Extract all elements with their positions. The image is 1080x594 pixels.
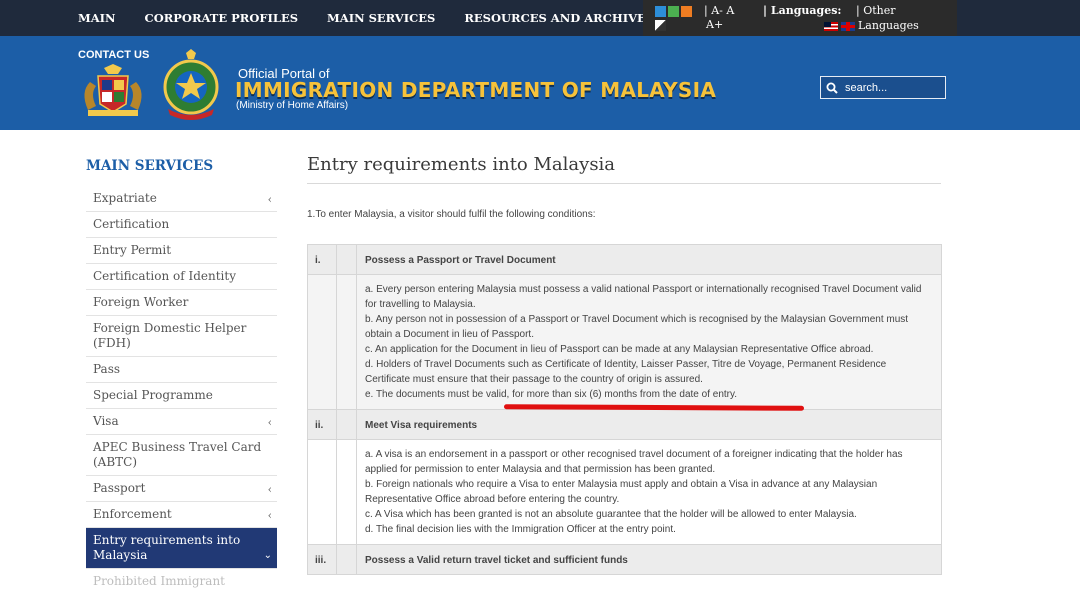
sidebar-item-label: Passport bbox=[93, 481, 146, 495]
chevron-left-icon[interactable]: ‹ bbox=[268, 192, 272, 207]
row-number: i. bbox=[307, 244, 337, 275]
search-box bbox=[820, 76, 946, 99]
sidebar-item-passport[interactable]: Passport ‹ bbox=[86, 476, 277, 502]
detail-line: b. Foreign nationals who require a Visa … bbox=[365, 479, 878, 505]
sidebar-item-certification[interactable]: Certification bbox=[86, 212, 277, 238]
sidebar-item-enforcement[interactable]: Enforcement ‹ bbox=[86, 502, 277, 528]
row-heading: Possess a Passport or Travel Document bbox=[356, 244, 942, 275]
sidebar-item-label: Entry Permit bbox=[93, 243, 172, 257]
search-input[interactable] bbox=[845, 79, 941, 96]
sidebar-item-label: Visa bbox=[93, 414, 119, 428]
sidebar-item-label: APEC Business Travel Card (ABTC) bbox=[93, 440, 262, 469]
sidebar-item-apec-business-travel-card[interactable]: APEC Business Travel Card (ABTC) bbox=[86, 435, 277, 476]
sidebar-item-label: Entry requirements into Malaysia bbox=[93, 533, 241, 562]
contact-us-link[interactable]: CONTACT US bbox=[78, 49, 149, 61]
row-number: iii. bbox=[307, 544, 337, 575]
sidebar-item-label: Pass bbox=[93, 362, 121, 376]
sidebar-item-label: Expatriate bbox=[93, 191, 157, 205]
sidebar-item-entry-requirements[interactable]: Entry requirements into Malaysia ⌄ bbox=[86, 528, 277, 569]
chevron-left-icon[interactable]: ‹ bbox=[268, 482, 272, 497]
theme-green-swatch[interactable] bbox=[668, 6, 679, 17]
table-row: iii. Possess a Valid return travel ticke… bbox=[307, 544, 942, 575]
chevron-left-icon[interactable]: ‹ bbox=[268, 415, 272, 430]
table-row: i. Possess a Passport or Travel Document bbox=[307, 244, 942, 275]
sidebar-item-special-programme[interactable]: Special Programme bbox=[86, 383, 277, 409]
row-heading: Meet Visa requirements bbox=[356, 409, 942, 440]
ministry-label: (Ministry of Home Affairs) bbox=[236, 100, 349, 111]
languages-label: | Languages: bbox=[763, 4, 842, 17]
sidebar-menu: Expatriate ‹ Certification Entry Permit C… bbox=[86, 186, 277, 594]
coat-of-arms-logo bbox=[84, 64, 142, 116]
sidebar-item-entry-permit[interactable]: Entry Permit bbox=[86, 238, 277, 264]
sidebar-item-label: Prohibited Immigrant bbox=[93, 574, 225, 588]
sidebar-item-label: Special Programme bbox=[93, 388, 213, 402]
contrast-icon[interactable] bbox=[655, 20, 666, 31]
sidebar-item-foreign-worker[interactable]: Foreign Worker bbox=[86, 290, 277, 316]
sidebar-item-prohibited-immigrant[interactable]: Prohibited Immigrant bbox=[86, 569, 277, 594]
search-icon[interactable] bbox=[826, 82, 838, 94]
font-size-increase[interactable]: A+ bbox=[706, 18, 723, 31]
chevron-down-icon[interactable]: ⌄ bbox=[264, 548, 272, 563]
detail-line: e. The documents must be valid, for more… bbox=[365, 389, 738, 400]
nav-resources-and-archives[interactable]: RESOURCES AND ARCHIVES bbox=[464, 11, 654, 25]
sidebar-item-foreign-domestic-helper[interactable]: Foreign Domestic Helper (FDH) bbox=[86, 316, 277, 357]
row-details: a. Every person entering Malaysia must p… bbox=[356, 274, 942, 410]
sidebar-item-label: Foreign Domestic Helper (FDH) bbox=[93, 321, 247, 350]
sidebar-item-visa[interactable]: Visa ‹ bbox=[86, 409, 277, 435]
sidebar-item-label: Foreign Worker bbox=[93, 295, 189, 309]
chevron-left-icon[interactable]: ‹ bbox=[268, 508, 272, 523]
theme-blue-swatch[interactable] bbox=[655, 6, 666, 17]
row-details: a. A visa is an endorsement in a passpor… bbox=[356, 439, 942, 545]
sidebar-item-label: Certification bbox=[93, 217, 170, 231]
portal-title: IMMIGRATION DEPARTMENT OF MALAYSIA bbox=[235, 78, 717, 102]
nav-main[interactable]: MAIN bbox=[78, 11, 116, 25]
detail-line: d. The final decision lies with the Immi… bbox=[365, 524, 676, 535]
table-row: a. Every person entering Malaysia must p… bbox=[307, 274, 942, 410]
detail-line: c. A Visa which has been granted is not … bbox=[365, 509, 857, 520]
detail-line: c. An application for the Document in li… bbox=[365, 344, 874, 355]
sidebar-item-pass[interactable]: Pass bbox=[86, 357, 277, 383]
main-menu: MAIN CORPORATE PROFILES MAIN SERVICES RE… bbox=[78, 0, 683, 36]
font-size-controls[interactable]: | A- A bbox=[704, 4, 734, 17]
sidebar-item-expatriate[interactable]: Expatriate ‹ bbox=[86, 186, 277, 212]
sidebar-item-label: Enforcement bbox=[93, 507, 172, 521]
malaysia-flag-icon[interactable] bbox=[824, 22, 838, 31]
other-languages-link[interactable]: Languages bbox=[858, 19, 919, 32]
row-number: ii. bbox=[307, 409, 337, 440]
detail-line: a. Every person entering Malaysia must p… bbox=[365, 284, 922, 310]
nav-corporate-profiles[interactable]: CORPORATE PROFILES bbox=[145, 11, 299, 25]
other-languages-label[interactable]: | Other bbox=[856, 4, 896, 17]
title-divider bbox=[307, 183, 941, 184]
theme-orange-swatch[interactable] bbox=[681, 6, 692, 17]
nav-main-services[interactable]: MAIN SERVICES bbox=[327, 11, 435, 25]
sidebar-title: MAIN SERVICES bbox=[86, 158, 214, 174]
detail-line: d. Holders of Travel Documents such as C… bbox=[365, 359, 887, 385]
intro-text: 1.To enter Malaysia, a visitor should fu… bbox=[307, 209, 596, 220]
row-heading: Possess a Valid return travel ticket and… bbox=[356, 544, 942, 575]
detail-line: a. A visa is an endorsement in a passpor… bbox=[365, 449, 903, 475]
immigration-department-logo bbox=[163, 49, 219, 120]
sidebar-item-label: Certification of Identity bbox=[93, 269, 236, 283]
table-row: a. A visa is an endorsement in a passpor… bbox=[307, 439, 942, 545]
page-title: Entry requirements into Malaysia bbox=[307, 154, 616, 175]
table-row: ii. Meet Visa requirements bbox=[307, 409, 942, 440]
uk-flag-icon[interactable] bbox=[841, 22, 855, 31]
sidebar-item-certification-of-identity[interactable]: Certification of Identity bbox=[86, 264, 277, 290]
detail-line: b. Any person not in possession of a Pas… bbox=[365, 314, 909, 340]
accessibility-toolbox: | A- A A+ | Languages: | Other Languages bbox=[643, 0, 957, 36]
top-navigation-bar: MAIN CORPORATE PROFILES MAIN SERVICES RE… bbox=[0, 0, 1080, 36]
